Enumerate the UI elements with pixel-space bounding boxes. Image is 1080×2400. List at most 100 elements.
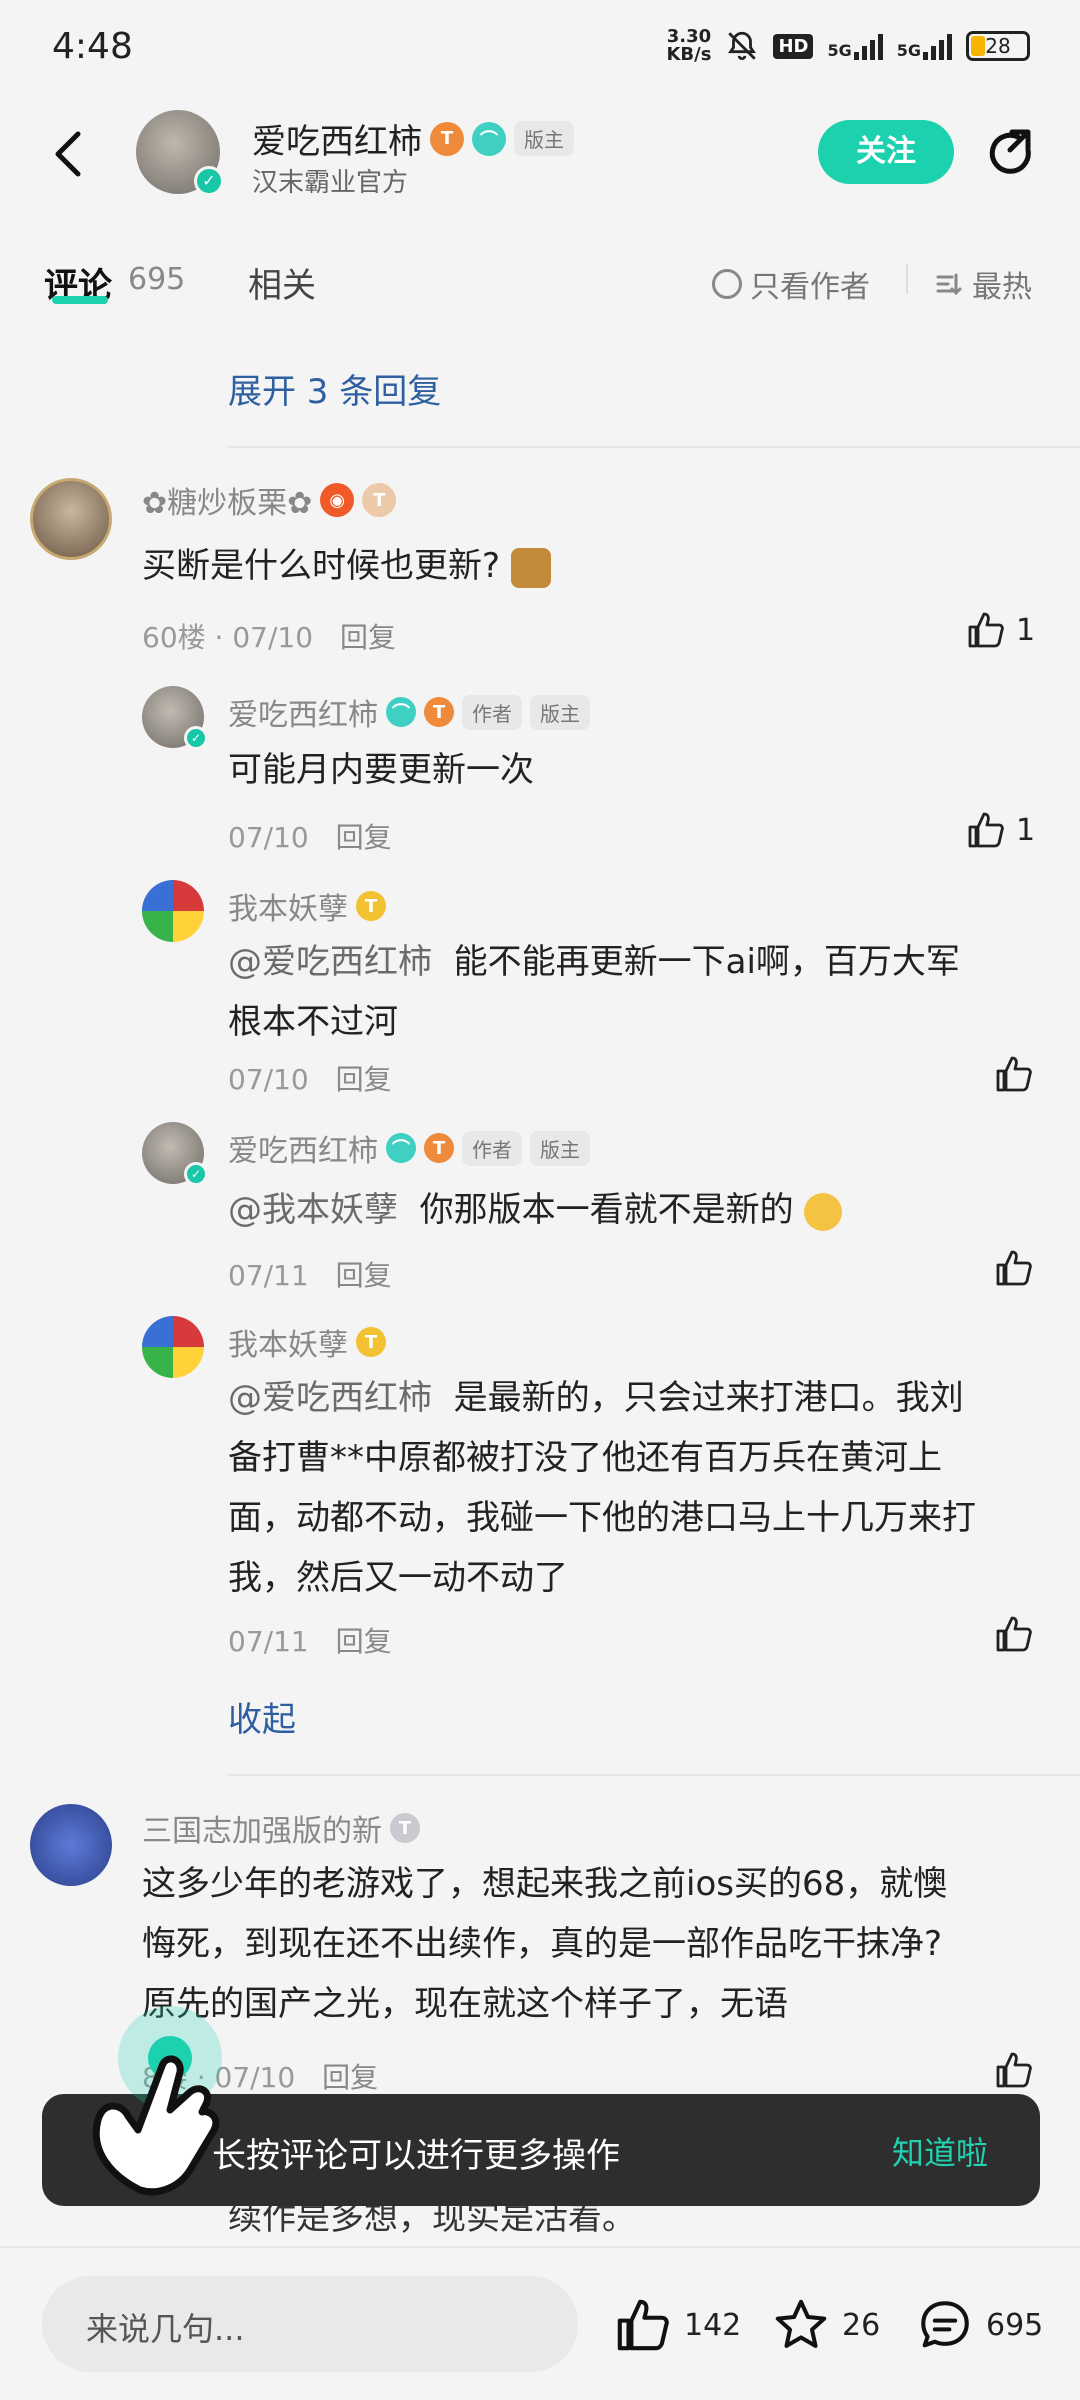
comment-username-row[interactable]: 三国志加强版的新 T	[142, 1806, 420, 1850]
reply-button[interactable]: 回复	[336, 1625, 392, 1658]
tab-related[interactable]: 相关	[248, 258, 316, 307]
author-only-toggle[interactable]: 只看作者	[712, 262, 870, 306]
leaf-badge-icon: ⌒	[472, 121, 506, 156]
status-icons: 3.30 KB/s HD 5G 5G 28	[666, 28, 1030, 64]
thumbs-up-icon	[996, 1250, 1032, 1286]
user-avatar[interactable]	[30, 1804, 112, 1886]
signal-bars-icon	[923, 32, 952, 60]
level-badge-icon: T	[356, 891, 386, 921]
tab-underline	[52, 296, 108, 304]
back-button[interactable]	[44, 124, 94, 184]
radio-icon	[712, 269, 742, 299]
collapse-replies-link[interactable]: 收起	[228, 1692, 296, 1741]
level-badge-icon: T	[424, 697, 454, 727]
reply-meta: 07/10 回复	[228, 821, 392, 854]
thumbs-up-icon	[996, 2052, 1032, 2088]
author-avatar[interactable]: ✓	[136, 110, 224, 196]
signal-1: 5G	[827, 32, 883, 60]
mention[interactable]: @我本妖孽	[228, 1190, 398, 1230]
post-like-button[interactable]: 142	[614, 2296, 741, 2354]
signal-2: 5G	[897, 32, 952, 60]
reply-text: @我本妖孽 你那版本一看就不是新的	[228, 1180, 843, 1240]
share-icon[interactable]	[984, 126, 1040, 182]
thumbs-up-icon	[968, 612, 1004, 648]
like-button[interactable]	[994, 1614, 1034, 1654]
signal-bars-icon	[853, 32, 883, 60]
verified-icon: ✓	[194, 166, 224, 196]
author-tag: 作者	[462, 1130, 522, 1166]
reply-button[interactable]: 回复	[340, 621, 396, 654]
reply-text: @爱吃西红柿 是最新的，只会过来打港口。我刘	[228, 1378, 964, 1418]
level-badge-icon: T	[430, 121, 464, 156]
verified-icon: ✓	[184, 726, 208, 750]
like-button[interactable]: 1	[966, 810, 1035, 850]
sort-button[interactable]: 最热	[934, 262, 1032, 306]
thumbs-up-icon	[968, 812, 1004, 848]
reply-button[interactable]: 回复	[336, 1259, 392, 1292]
reply-username-row[interactable]: 我本妖孽 T	[228, 884, 386, 928]
reply-meta: 07/11 回复	[228, 1259, 392, 1292]
comment-bubble-icon	[921, 2301, 969, 2348]
reply-text: @爱吃西红柿 能不能再更新一下ai啊，百万大军	[228, 942, 960, 982]
level-badge-icon: T	[424, 1133, 454, 1163]
level-badge-icon: T	[390, 1813, 420, 1843]
leaf-badge-icon: ⌒	[386, 697, 416, 727]
thumbs-up-icon	[996, 1056, 1032, 1092]
post-comments-button[interactable]: 695	[916, 2296, 1043, 2354]
reply-button[interactable]: 回复	[322, 2061, 378, 2094]
reply-text: 面，动都不动，我碰一下他的港口马上十几万来打	[228, 1498, 976, 1538]
author-subtitle: 汉末霸业官方	[252, 168, 409, 198]
comment-input-placeholder: 来说几句...	[86, 2310, 245, 2348]
reply-meta: 07/10 回复	[228, 1063, 392, 1096]
like-button[interactable]	[994, 2050, 1034, 2090]
hd-badge: HD	[773, 33, 814, 59]
comment-username-row[interactable]: ✿糖炒板栗✿ ◉ T	[142, 478, 397, 522]
like-button[interactable]: 1	[966, 610, 1035, 650]
comment-text: 买断是什么时候也更新?	[142, 536, 551, 596]
reply-button[interactable]: 回复	[336, 821, 392, 854]
like-button[interactable]	[994, 1054, 1034, 1094]
battery-icon: 28	[966, 31, 1030, 61]
reply-username-row[interactable]: 爱吃西红柿 ⌒ T 作者 版主	[228, 690, 590, 734]
verified-icon: ✓	[184, 1162, 208, 1186]
reply-username-row[interactable]: 我本妖孽 T	[228, 1320, 386, 1364]
post-favorite-button[interactable]: 26	[772, 2296, 880, 2354]
level-badge-icon: T	[356, 1327, 386, 1357]
reply-text: 我，然后又一动不动了	[228, 1558, 568, 1598]
moderator-tag: 版主	[530, 1130, 590, 1166]
author-name-row[interactable]: 爱吃西红柿 T ⌒ 版主	[252, 114, 574, 163]
follow-button[interactable]: 关注	[818, 120, 954, 184]
user-avatar[interactable]	[142, 1316, 204, 1378]
comment-meta: 60楼 · 07/10 回复	[142, 621, 396, 654]
like-button[interactable]	[994, 1248, 1034, 1288]
user-avatar[interactable]	[30, 478, 112, 560]
tip-dismiss-button[interactable]: 知道啦	[892, 2128, 988, 2174]
bell-off-icon	[728, 31, 757, 61]
emoji-icon	[804, 1192, 843, 1231]
network-speed: 3.30 KB/s	[666, 26, 712, 65]
tip-text: 长按评论可以进行更多操作	[212, 2136, 620, 2176]
moderator-tag: 版主	[514, 121, 574, 156]
thumbs-up-icon	[617, 2299, 669, 2351]
user-avatar[interactable]: ✓	[142, 1122, 208, 1186]
comment-text: 悔死，到现在还不出续作，真的是一部作品吃干抹净?	[142, 1924, 943, 1964]
mention[interactable]: @爱吃西红柿	[228, 942, 432, 982]
gamepad-badge-icon: ◉	[320, 483, 355, 517]
user-avatar[interactable]: ✓	[142, 686, 208, 750]
sort-icon	[936, 273, 962, 296]
star-icon	[775, 2299, 827, 2348]
user-avatar[interactable]	[142, 880, 204, 942]
mention[interactable]: @爱吃西红柿	[228, 1378, 432, 1418]
leaf-badge-icon: ⌒	[386, 1133, 416, 1163]
reply-username-row[interactable]: 爱吃西红柿 ⌒ T 作者 版主	[228, 1126, 590, 1170]
comment-text: 这多少年的老游戏了，想起来我之前ios买的68，就懊	[142, 1864, 948, 1904]
moderator-tag: 版主	[530, 694, 590, 730]
author-tag: 作者	[462, 694, 522, 730]
emoji-icon	[510, 547, 551, 588]
divider	[906, 264, 908, 294]
reply-text: 可能月内要更新一次	[228, 750, 534, 790]
comments-count: 695	[128, 262, 186, 297]
reply-meta: 07/11 回复	[228, 1625, 392, 1658]
reply-button[interactable]: 回复	[336, 1063, 392, 1096]
expand-replies-link[interactable]: 展开 3 条回复	[228, 364, 441, 413]
